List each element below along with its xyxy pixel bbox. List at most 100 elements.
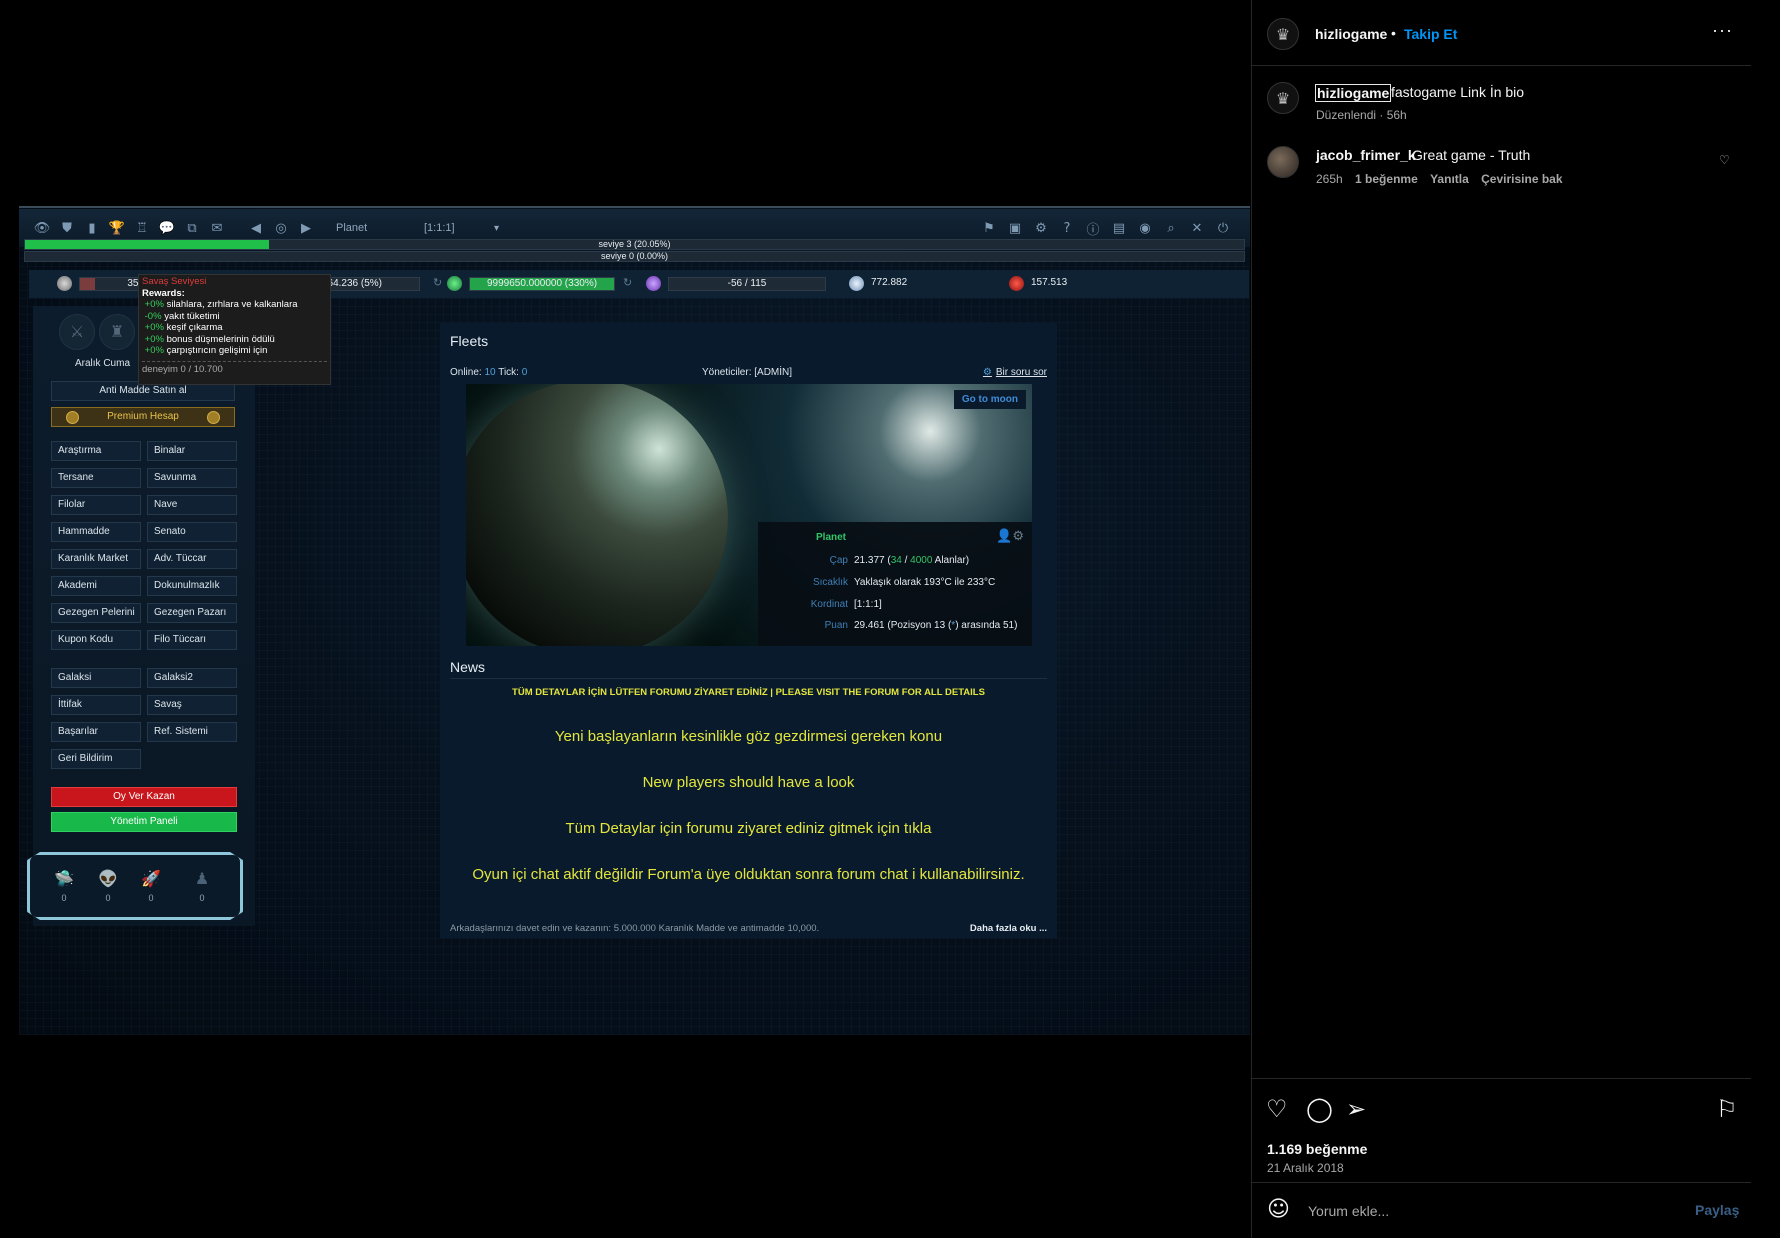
menu-galaxy[interactable]: Galaksi: [51, 668, 141, 688]
mail-icon[interactable]: ✉: [208, 219, 226, 237]
news-forum-notice[interactable]: TÜM DETAYLAR İÇİN LÜTFEN FORUMU ZİYARET …: [440, 687, 1057, 698]
admins-label: Yöneticiler: [ADMİN]: [702, 367, 793, 378]
medal-icon[interactable]: ♖: [133, 219, 151, 237]
menu-alliance[interactable]: İttifak: [51, 695, 141, 715]
emoji-icon[interactable]: ☺: [1267, 1197, 1290, 1222]
commenter-username[interactable]: jacob_frimer_k: [1316, 147, 1416, 163]
author-username[interactable]: hizliogame: [1315, 26, 1387, 42]
menu-fleet-merchant[interactable]: Filo Tüccarı: [147, 630, 237, 650]
tools-icon[interactable]: ✕: [1188, 219, 1206, 237]
reply-button[interactable]: Yanıtla: [1430, 172, 1469, 186]
menu-shipyard[interactable]: Tersane: [51, 468, 141, 488]
avatar[interactable]: ♛: [1267, 18, 1299, 50]
power-icon[interactable]: ⏻: [1214, 219, 1232, 237]
news-item[interactable]: Tüm Detaylar için forumu ziyaret ediniz …: [440, 820, 1057, 837]
admin-panel-button[interactable]: Yönetim Paneli: [51, 812, 237, 832]
stats-icon[interactable]: ▮: [83, 219, 101, 237]
comment-like-icon[interactable]: ♡: [1719, 153, 1730, 167]
notes-icon[interactable]: ▣: [1006, 219, 1024, 237]
help-icon[interactable]: ?: [1058, 219, 1076, 237]
tick-value: 0: [521, 367, 528, 378]
comment-input[interactable]: [1308, 1201, 1668, 1221]
news-item[interactable]: New players should have a look: [440, 774, 1057, 791]
save-icon[interactable]: ⚐: [1716, 1095, 1738, 1123]
info-icon[interactable]: ⓘ: [1084, 219, 1102, 238]
comment-icon[interactable]: ◯: [1306, 1095, 1333, 1123]
caption-username[interactable]: hizliogame: [1315, 84, 1392, 102]
menu-planet-market[interactable]: Gezegen Pazarı: [147, 603, 237, 623]
alien-icon[interactable]: 👽 0: [94, 869, 122, 903]
ship-count: 0: [61, 893, 67, 903]
follow-button[interactable]: Takip Et: [1404, 26, 1457, 42]
menu-defense[interactable]: Savunma: [147, 468, 237, 488]
window-icon[interactable]: ▤: [1110, 219, 1128, 237]
sword-icon[interactable]: ⚔: [59, 314, 95, 350]
news-item[interactable]: Yeni başlayanların kesinlikle göz gezdir…: [440, 728, 1057, 745]
planet-name[interactable]: Planet: [336, 222, 424, 234]
ufo-icon[interactable]: 🛸 0: [50, 869, 78, 903]
vote-earn-button[interactable]: Oy Ver Kazan: [51, 787, 237, 807]
caption-avatar[interactable]: ♛: [1267, 82, 1299, 114]
tooltip-pct: +0%: [144, 333, 164, 345]
more-options-icon[interactable]: ···: [1712, 20, 1733, 41]
premium-account-button[interactable]: Premium Hesap: [51, 407, 235, 427]
like-icon[interactable]: ♡: [1266, 1095, 1288, 1123]
refresh-icon-2[interactable]: ↻: [623, 276, 632, 289]
menu-buildings[interactable]: Binalar: [147, 441, 237, 461]
astronaut-icon[interactable]: ♟ 0: [188, 869, 216, 903]
comment-composer: ☺ Paylaş: [1252, 1182, 1751, 1238]
go-to-moon-button[interactable]: Go to moon: [953, 390, 1026, 409]
menu-feedback[interactable]: Geri Bildirim: [51, 749, 141, 769]
next-planet-icon[interactable]: ▶: [297, 219, 315, 237]
officer-icon[interactable]: ♜: [99, 314, 135, 350]
shield-icon[interactable]: ⛊: [58, 219, 76, 237]
deuterium-value: 9999650.000000 (330%): [486, 278, 598, 289]
menu-adv-merchant[interactable]: Adv. Tüccar: [147, 549, 237, 569]
rocket-icon[interactable]: 🚀 0: [137, 869, 165, 903]
metal-value: 353: [127, 278, 144, 289]
menu-coupon-code[interactable]: Kupon Kodu: [51, 630, 141, 650]
planet-target-icon[interactable]: ◎: [272, 219, 290, 237]
post-comment-button[interactable]: Paylaş: [1695, 1202, 1739, 1218]
chat-icon[interactable]: 💬: [158, 219, 176, 237]
menu-dark-market[interactable]: Karanlık Market: [51, 549, 141, 569]
settings-icon[interactable]: ⚙: [1032, 219, 1050, 237]
eye-icon[interactable]: 👁: [33, 219, 51, 237]
online-status: Online: 10 Tick: 0: [450, 367, 527, 378]
see-translation-button[interactable]: Çevirisine bak: [1481, 172, 1562, 186]
menu-senate[interactable]: Senato: [147, 522, 237, 542]
refresh-icon[interactable]: ↻: [433, 276, 442, 289]
diameter-label: Çap: [829, 555, 848, 566]
menu-galaxy2[interactable]: Galaksi2: [147, 668, 237, 688]
read-more-link[interactable]: Daha fazla oku ...: [970, 923, 1047, 934]
news-item[interactable]: Oyun içi chat aktif değildir Forum'a üye…: [440, 866, 1057, 883]
menu-planet-cloak[interactable]: Gezegen Pelerini: [51, 603, 141, 623]
planet-dropdown-icon[interactable]: ▾: [494, 223, 499, 234]
trophy-icon[interactable]: 🏆: [108, 219, 126, 237]
messages-icon[interactable]: ⧉: [183, 219, 201, 237]
tooltip-text: keşif çıkarma: [166, 322, 223, 333]
menu-nave[interactable]: Nave: [147, 495, 237, 515]
menu-fleets[interactable]: Filolar: [51, 495, 141, 515]
menu-research[interactable]: Araştırma: [51, 441, 141, 461]
commenter-avatar[interactable]: [1267, 146, 1299, 178]
menu-immunity[interactable]: Dokunulmazlık: [147, 576, 237, 596]
menu-referral-system[interactable]: Ref. Sistemi: [147, 722, 237, 742]
planet-coordinate[interactable]: [1:1:1]: [424, 222, 494, 234]
alliance-icon[interactable]: ⚑: [980, 219, 998, 237]
menu-achievements[interactable]: Başarılar: [51, 722, 141, 742]
planet-action-icons[interactable]: 👤⚙: [996, 528, 1024, 544]
menu-academy[interactable]: Akademi: [51, 576, 141, 596]
support-icon[interactable]: ◉: [1136, 219, 1154, 237]
search-icon[interactable]: ⌕: [1162, 219, 1180, 237]
share-icon[interactable]: ➢: [1346, 1095, 1366, 1123]
menu-resources[interactable]: Hammadde: [51, 522, 141, 542]
post-sidebar: ♛ hizliogame • Takip Et ··· ♛ hizliogame…: [1251, 0, 1751, 1238]
menu-war[interactable]: Savaş: [147, 695, 237, 715]
tooltip-pct: +0%: [144, 322, 164, 333]
comment-meta: 265h 1 beğenme Yanıtla Çevirisine bak: [1316, 172, 1572, 186]
like-count[interactable]: 1.169 beğenme: [1267, 1141, 1367, 1157]
ask-question-link[interactable]: ⚙ Bir soru sor: [983, 367, 1047, 378]
comment-likes[interactable]: 1 beğenme: [1355, 172, 1418, 186]
previous-planet-icon[interactable]: ◀: [247, 219, 265, 237]
